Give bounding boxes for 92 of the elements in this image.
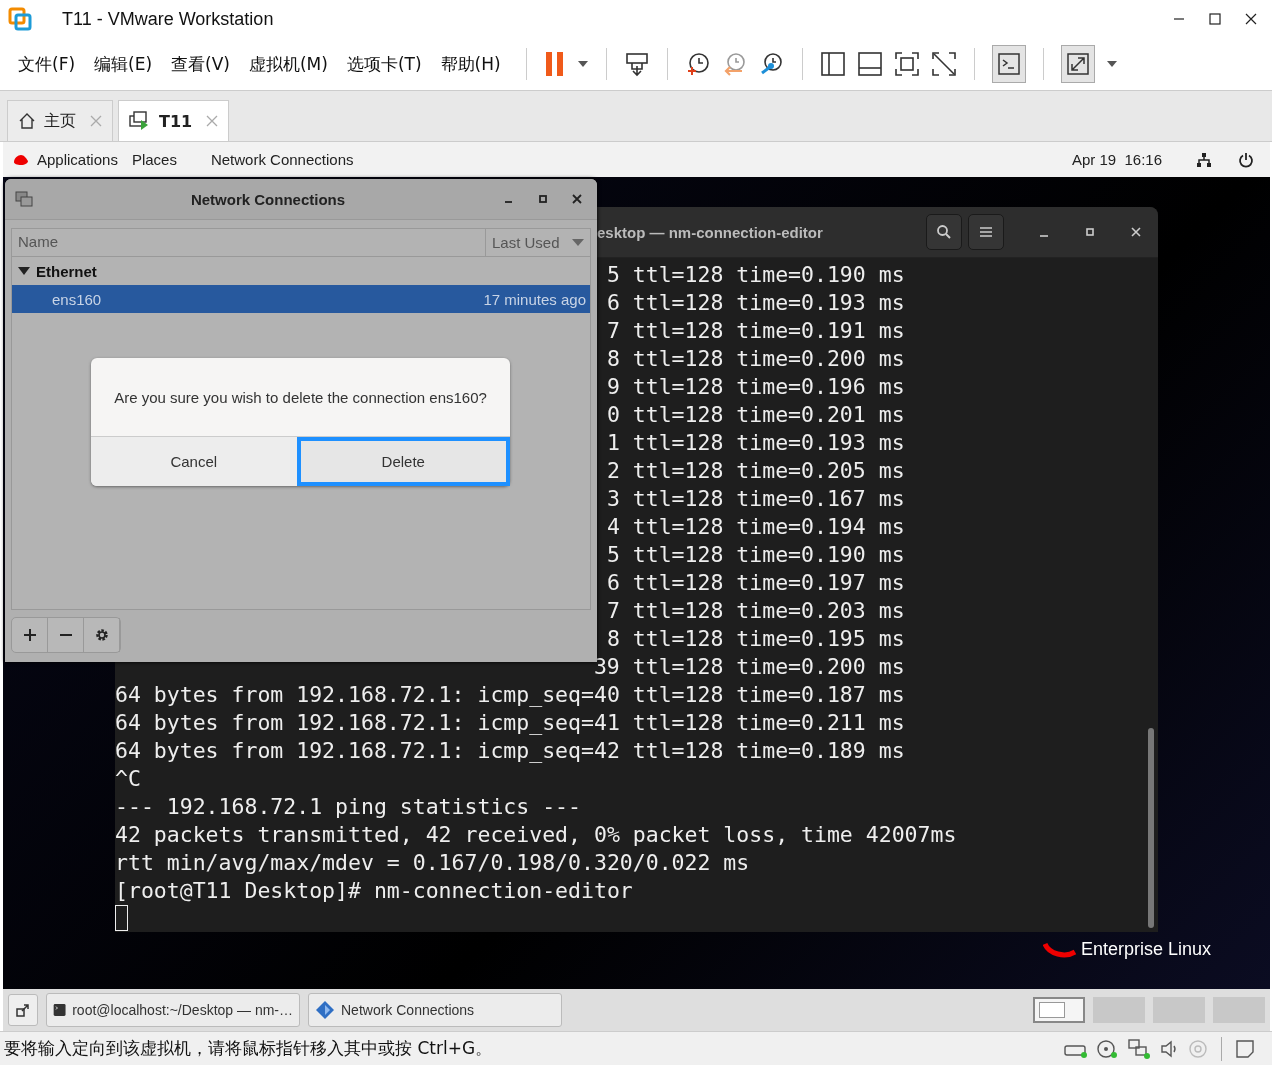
window-title: T11 - VMware Workstation: [62, 8, 275, 30]
terminal-line: 64 bytes from 192.168.72.1: icmp_seq=41 ttl=128 time=0.211 ms: [115, 709, 905, 737]
bottom-panel-icon[interactable]: [856, 51, 883, 77]
terminal-cursor: [115, 905, 128, 931]
menu-icon[interactable]: [979, 226, 993, 238]
status-message: 要将输入定向到该虚拟机，请将鼠标指针移入其中或按 Ctrl+G。: [4, 1037, 493, 1060]
terminal-line: 5 ttl=128 time=0.190 ms: [606, 261, 905, 289]
workspace-thumbnail[interactable]: [1033, 997, 1085, 1023]
menu-item[interactable]: 选项卡(T): [346, 52, 422, 76]
column-header[interactable]: Name: [12, 229, 485, 256]
terminal-line: 6 ttl=128 time=0.193 ms: [606, 289, 905, 317]
terminal-line: 64 bytes from 192.168.72.1: icmp_seq=40 ttl=128 time=0.187 ms: [115, 681, 905, 709]
vmware-logo-icon: [8, 7, 32, 31]
terminal-line: 6 ttl=128 time=0.197 ms: [606, 569, 905, 597]
logo-text: Enterprise Linux: [1081, 939, 1212, 960]
diamond-icon[interactable]: [315, 1000, 335, 1020]
dialog-button[interactable]: Delete: [296, 437, 510, 486]
terminal-line: 8 ttl=128 time=0.200 ms: [606, 345, 905, 373]
terminal-line: 5 ttl=128 time=0.190 ms: [606, 541, 905, 569]
stretch-view-button[interactable]: [1060, 45, 1095, 83]
menu-item[interactable]: 编辑(E): [94, 52, 153, 76]
plus-icon[interactable]: [22, 628, 37, 642]
terminal-line: --- 192.168.72.1 ping statistics ---: [115, 793, 581, 821]
caret-icon[interactable]: [1105, 60, 1118, 68]
network-icon[interactable]: [1196, 151, 1212, 168]
terminal-title: esktop — nm-connection-editor: [597, 223, 823, 241]
stretch-icon[interactable]: [1065, 52, 1090, 76]
terminal-line: 0 ttl=128 time=0.201 ms: [606, 401, 905, 429]
terminal-line: 3 ttl=128 time=0.167 ms: [606, 485, 905, 513]
terminal-line: 64 bytes from 192.168.72.1: icmp_seq=42 ttl=128 time=0.189 ms: [115, 737, 905, 765]
pause-icon[interactable]: [543, 51, 566, 77]
taskbar-item[interactable]: Network Connections: [308, 993, 562, 1027]
terminal-line: 9 ttl=128 time=0.196 ms: [606, 373, 905, 401]
menu-button[interactable]: [968, 214, 1004, 250]
terminal-line: 8 ttl=128 time=0.195 ms: [606, 625, 905, 653]
sort-caret-icon[interactable]: [571, 238, 584, 247]
connection-name: ens160: [52, 290, 102, 308]
maximize-icon[interactable]: [1208, 12, 1222, 26]
power-icon[interactable]: [1238, 151, 1254, 168]
maximize-icon[interactable]: [1084, 226, 1096, 238]
terminal-line: ^C: [115, 765, 141, 793]
console-icon[interactable]: [996, 52, 1021, 76]
close-icon[interactable]: [1244, 12, 1258, 26]
terminal-line: 42 packets transmitted, 42 received, 0% packet loss, time 42007ms: [115, 821, 957, 849]
maximize-icon[interactable]: [537, 193, 549, 205]
terminal-line: 4 ttl=128 time=0.194 ms: [606, 513, 905, 541]
home-icon[interactable]: [18, 112, 36, 130]
network-app-icon: [15, 190, 33, 208]
close-icon[interactable]: [571, 193, 583, 205]
search-icon[interactable]: [936, 224, 952, 240]
menu-item[interactable]: 文件(F): [18, 52, 76, 76]
show-desktop-button[interactable]: [8, 994, 38, 1026]
terminal-line: 2 ttl=128 time=0.205 ms: [606, 457, 905, 485]
terminal-line: rtt min/avg/max/mdev = 0.167/0.198/0.320/0.022 ms: [115, 849, 750, 877]
search-button[interactable]: [926, 214, 962, 250]
sidebar-view-icon[interactable]: [819, 51, 846, 77]
connection-row[interactable]: ens160 17 minutes ago: [12, 285, 590, 313]
column-header[interactable]: Last Used: [485, 229, 590, 256]
fullscreen-icon[interactable]: [893, 51, 920, 77]
top-bar-menu[interactable]: Applications: [37, 151, 118, 168]
caret-icon[interactable]: [576, 60, 589, 68]
terminal-line: 39 ttl=128 time=0.200 ms: [593, 653, 905, 681]
note-icon[interactable]: [1234, 1037, 1256, 1060]
vm-tab[interactable]: T11: [118, 100, 230, 141]
top-bar-menu[interactable]: Network Connections: [210, 151, 354, 168]
menu-item[interactable]: 查看(V): [171, 52, 230, 76]
window-title: Network Connections: [189, 190, 347, 208]
last-used-time: 17 minutes ago: [483, 290, 586, 308]
vm-tab[interactable]: 主页: [7, 100, 113, 141]
gear-icon[interactable]: [93, 627, 110, 643]
top-bar-menu[interactable]: Places: [131, 151, 177, 168]
unity-off-icon[interactable]: [930, 51, 957, 77]
terminal-line: [root@T11 Desktop]# nm-connection-editor: [115, 877, 633, 905]
clock[interactable]: Apr 19 16:16: [1071, 151, 1162, 168]
redhat-logo-icon: [13, 153, 29, 166]
menu-item[interactable]: 虚拟机(M): [248, 52, 328, 76]
menu-item[interactable]: 帮助(H): [440, 52, 501, 76]
console-view-button[interactable]: [991, 45, 1026, 83]
redhat-logo-icon: [1043, 942, 1077, 960]
network-adapter-icon[interactable]: [1127, 1037, 1153, 1060]
window-arrow-icon[interactable]: [16, 1003, 30, 1017]
group-row[interactable]: Ethernet: [12, 257, 590, 285]
group-label: Ethernet: [36, 262, 97, 280]
terminal-line: 1 ttl=128 time=0.193 ms: [606, 429, 905, 457]
scrollbar-thumb[interactable]: [1148, 728, 1154, 928]
expander-icon[interactable]: [18, 266, 30, 276]
send-keys-icon[interactable]: [623, 51, 650, 77]
dialog-button[interactable]: Cancel: [91, 437, 297, 486]
terminal-line: 7 ttl=128 time=0.203 ms: [606, 597, 905, 625]
snapshot-manager-icon[interactable]: [758, 51, 785, 77]
taskbar-item[interactable]: root@localhost:~/Desktop — nm-…: [46, 993, 300, 1027]
terminal-line: 7 ttl=128 time=0.191 ms: [606, 317, 905, 345]
